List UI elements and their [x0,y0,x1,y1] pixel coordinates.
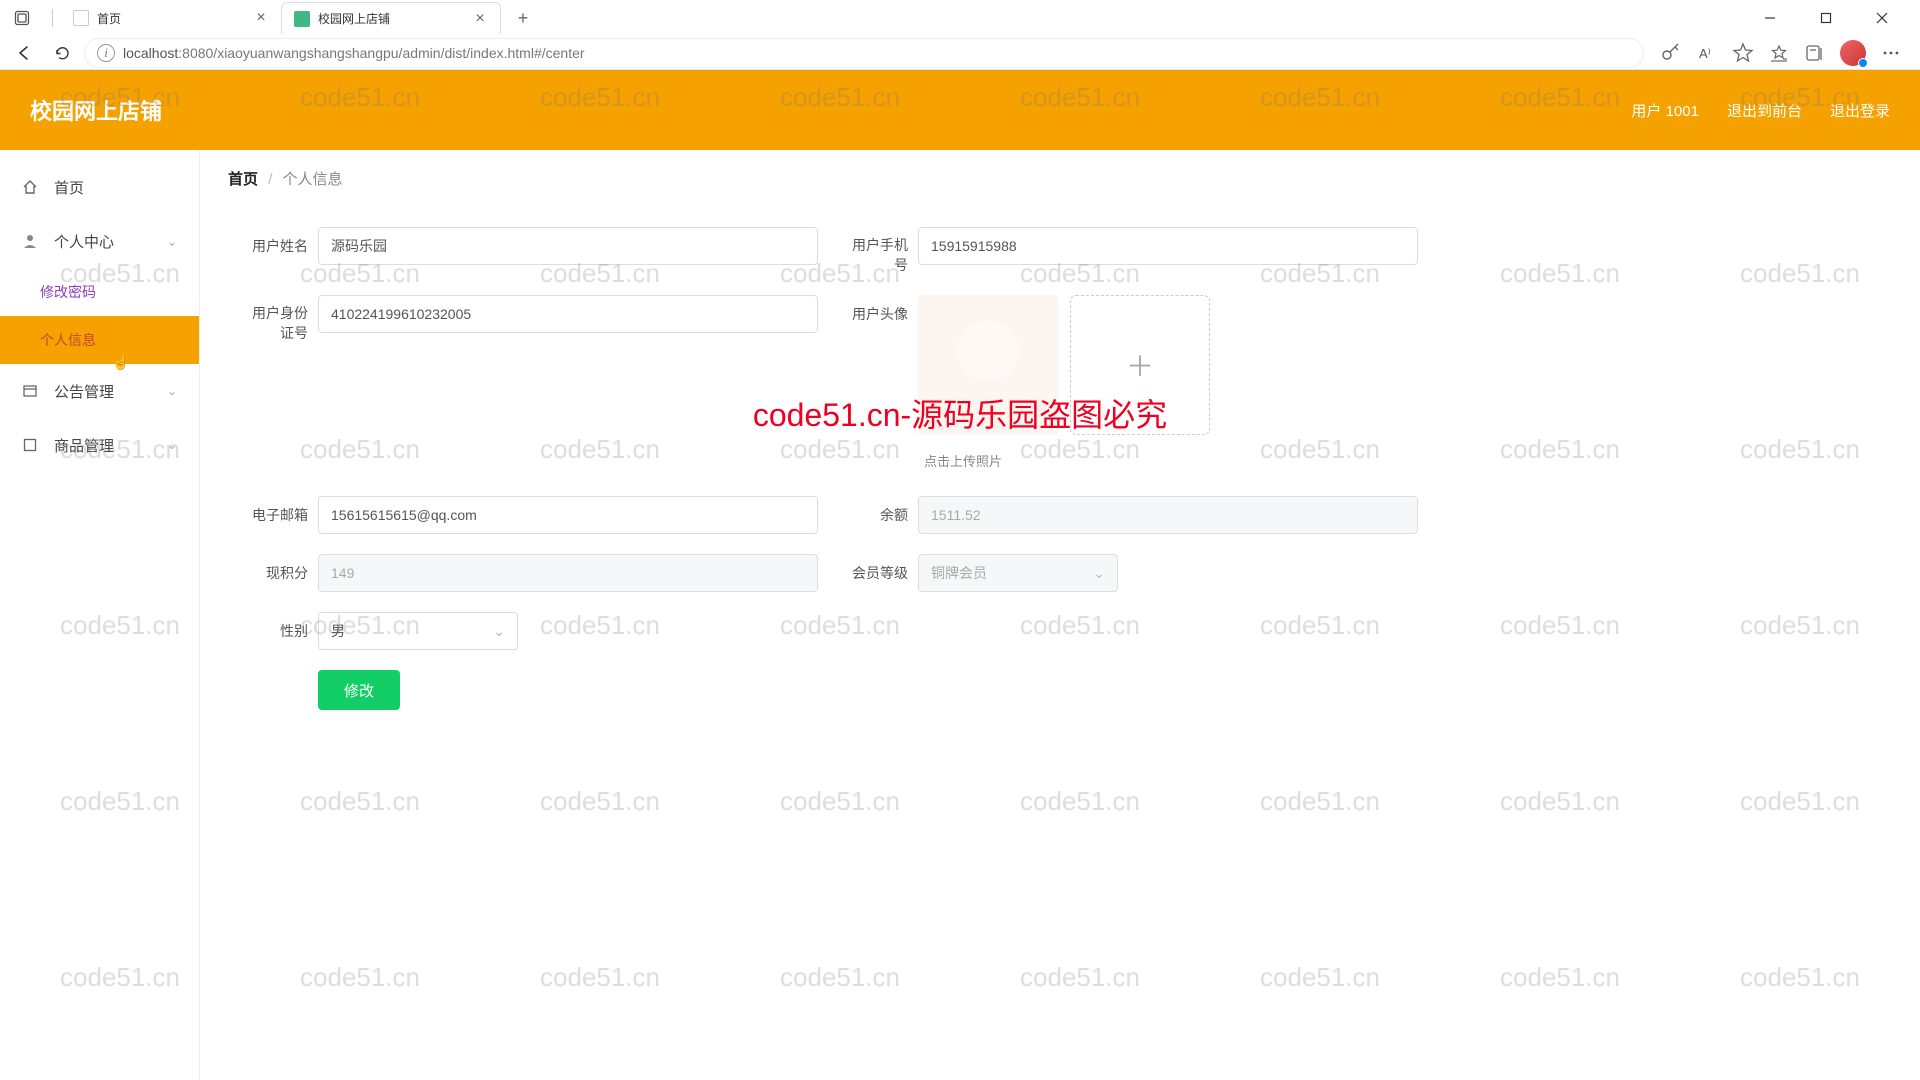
chevron-down-icon: ⌄ [167,384,177,398]
label-level: 会员等级 [844,554,908,592]
plus-icon: ＋ [1126,345,1154,385]
input-points [318,554,818,592]
breadcrumb-current: 个人信息 [283,171,343,188]
field-idcard: 用户身份证号 [244,295,818,343]
sidebar-item-home[interactable]: 首页 [0,160,199,214]
submit-button[interactable]: 修改 [318,670,400,710]
field-avatar: 用户头像 ＋ [844,295,1210,435]
close-window-icon[interactable] [1864,4,1900,32]
input-idcard[interactable] [318,295,818,333]
chevron-down-icon: ⌄ [167,438,177,452]
input-username[interactable] [318,227,818,265]
logout-button[interactable]: 退出登录 [1830,100,1890,121]
tab-title: 首页 [97,10,245,27]
label-balance: 余额 [844,496,908,534]
tab-favicon-icon [73,10,89,26]
field-phone: 用户手机号 [844,227,1418,275]
browser-chrome: 首页 × 校园网上店铺 × + i localhost:8080/xiaoyua… [0,0,1920,70]
chevron-down-icon: ⌄ [493,623,505,640]
label-gender: 性别 [244,612,308,650]
url-text: localhost:8080/xiaoyuanwangshangshangpu/… [123,45,585,61]
avatar-preview [918,295,1058,435]
field-submit: 修改 [244,670,400,710]
divider [52,9,53,27]
sidebar-item-product[interactable]: 商品管理 ⌄ [0,418,199,472]
profile-avatar-icon[interactable] [1840,40,1866,66]
field-gender: 性别 男 ⌄ [244,612,518,650]
info-icon: i [97,44,115,62]
toolbar-right: A⁾ [1650,40,1912,66]
field-email: 电子邮箱 [244,496,818,534]
field-balance: 余额 [844,496,1418,534]
product-icon [22,437,42,453]
sidebar: 首页 个人中心 ⌃ 修改密码 个人信息 公告管理 ⌄ 商品管理 ⌄ [0,150,200,1080]
tab-favicon-icon [294,11,310,27]
upload-hint: 点击上传照片 [924,451,1002,470]
input-balance [918,496,1418,534]
sidebar-item-personal-info[interactable]: 个人信息 [0,316,199,364]
breadcrumb: 首页 / 个人信息 [228,168,1892,189]
tab-close-icon[interactable]: × [253,10,269,26]
breadcrumb-home[interactable]: 首页 [228,171,258,188]
chevron-down-icon: ⌄ [1093,565,1105,582]
tab-campus-shop[interactable]: 校园网上店铺 × [281,2,501,34]
label-avatar: 用户头像 [844,295,908,333]
minimize-icon[interactable] [1752,4,1788,32]
label-phone: 用户手机号 [844,227,908,275]
address-row: i localhost:8080/xiaoyuanwangshangshangp… [0,36,1920,70]
label-points: 现积分 [244,554,308,592]
logout-to-front-button[interactable]: 退出到前台 [1727,100,1802,121]
read-aloud-icon[interactable]: A⁾ [1696,42,1718,64]
tab-close-icon[interactable]: × [472,11,488,27]
announcement-icon [22,383,42,399]
header-right: 用户 1001 退出到前台 退出登录 [1631,100,1890,121]
sidebar-item-announcement[interactable]: 公告管理 ⌄ [0,364,199,418]
label-username: 用户姓名 [244,227,308,265]
tab-row: 首页 × 校园网上店铺 × + [0,0,1920,36]
input-phone[interactable] [918,227,1418,265]
key-icon[interactable] [1660,42,1682,64]
sidebar-label: 首页 [54,177,84,198]
avatar-uploader[interactable]: ＋ [1070,295,1210,435]
refresh-button[interactable] [46,37,78,69]
favorites-bar-icon[interactable] [1768,42,1790,64]
select-gender-value: 男 [331,621,345,641]
sidebar-item-change-password[interactable]: 修改密码 [0,268,199,316]
input-email[interactable] [318,496,818,534]
more-icon[interactable] [1880,42,1902,64]
svg-text:A⁾: A⁾ [1699,46,1711,61]
app-title: 校园网上店铺 [30,94,162,126]
app-header: 校园网上店铺 用户 1001 退出到前台 退出登录 [0,70,1920,150]
chevron-up-icon: ⌃ [167,234,177,248]
field-username: 用户姓名 [244,227,818,265]
select-level-value: 铜牌会员 [931,563,987,583]
back-button[interactable] [8,37,40,69]
home-icon [22,179,42,195]
select-gender[interactable]: 男 ⌄ [318,612,518,650]
breadcrumb-separator: / [268,171,272,188]
label-idcard: 用户身份证号 [244,295,308,343]
maximize-icon[interactable] [1808,4,1844,32]
address-bar[interactable]: i localhost:8080/xiaoyuanwangshangshangp… [84,38,1644,68]
user-icon [22,233,42,249]
header-user[interactable]: 用户 1001 [1631,100,1699,121]
new-tab-button[interactable]: + [509,4,537,32]
sidebar-label: 公告管理 [54,381,114,402]
favorite-icon[interactable] [1732,42,1754,64]
profile-form: 用户姓名 用户手机号 用户身份证号 用户头像 [228,217,1892,740]
field-level: 会员等级 铜牌会员 ⌄ [844,554,1118,592]
window-controls [1752,4,1912,32]
window-menu-icon[interactable] [8,4,36,32]
main-content: 首页 / 个人信息 用户姓名 用户手机号 用户身份证号 [200,150,1920,1080]
app-body: 首页 个人中心 ⌃ 修改密码 个人信息 公告管理 ⌄ 商品管理 ⌄ 首页 / 个… [0,150,1920,1080]
tab-home[interactable]: 首页 × [61,2,281,34]
sidebar-label: 个人中心 [54,231,114,252]
field-points: 现积分 [244,554,818,592]
sidebar-label: 商品管理 [54,435,114,456]
label-email: 电子邮箱 [244,496,308,534]
select-level: 铜牌会员 ⌄ [918,554,1118,592]
tab-title: 校园网上店铺 [318,10,464,27]
sidebar-item-personal[interactable]: 个人中心 ⌃ [0,214,199,268]
collections-icon[interactable] [1804,42,1826,64]
